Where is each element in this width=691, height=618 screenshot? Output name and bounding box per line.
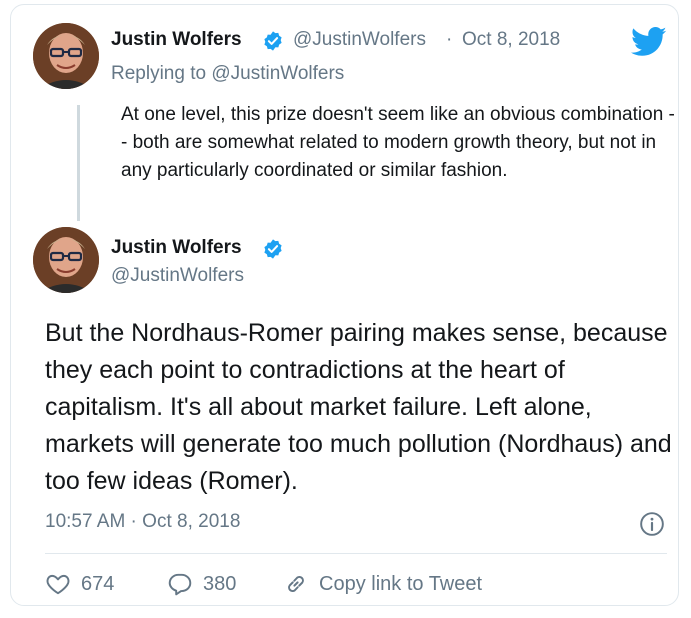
info-icon[interactable] — [639, 511, 665, 537]
link-icon — [288, 576, 304, 592]
replying-to-label[interactable]: Replying to @JustinWolfers — [111, 63, 344, 85]
copy-link-label: Copy link to Tweet — [319, 572, 483, 595]
twitter-bird-icon[interactable] — [631, 27, 667, 57]
like-count: 674 — [81, 572, 115, 595]
verified-badge-icon — [264, 239, 282, 259]
divider — [45, 553, 667, 554]
reply-tweet-text: At one level, this prize doesn't seem li… — [121, 104, 675, 181]
reply-count: 380 — [203, 572, 237, 595]
thread-connector-line — [77, 105, 80, 221]
author-name[interactable]: Justin Wolfers — [111, 29, 242, 51]
avatar[interactable] — [33, 227, 99, 293]
copy-link-button[interactable]: Copy link to Tweet — [283, 569, 482, 599]
author-handle[interactable]: @JustinWolfers — [293, 29, 426, 51]
author-handle[interactable]: @JustinWolfers — [111, 265, 244, 287]
tweet-timestamp[interactable]: 10:57 AM · Oct 8, 2018 — [45, 511, 240, 533]
like-button[interactable]: 674 — [45, 569, 114, 599]
author-name[interactable]: Justin Wolfers — [111, 237, 242, 259]
tweet-card: Justin Wolfers @JustinWolfers · Oct 8, 2… — [10, 4, 679, 606]
verified-badge-icon — [264, 31, 282, 51]
main-tweet-text: But the Nordhaus-Romer pairing makes sen… — [45, 319, 672, 495]
avatar[interactable] — [33, 23, 99, 89]
reply-button[interactable]: 380 — [167, 569, 236, 599]
heart-icon — [46, 574, 70, 595]
separator: · — [446, 29, 453, 50]
reply-bubble-icon — [168, 573, 192, 596]
tweet-date[interactable]: Oct 8, 2018 — [462, 29, 560, 51]
